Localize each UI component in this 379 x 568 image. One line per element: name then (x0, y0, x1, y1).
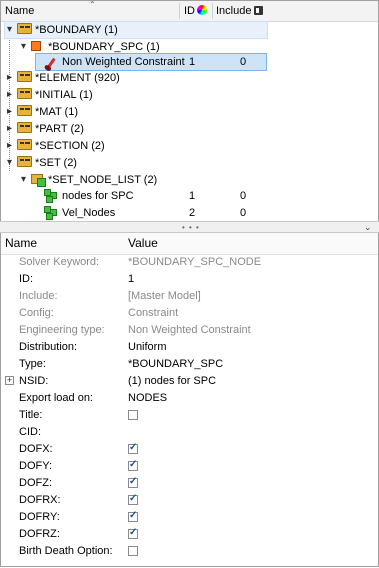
property-header: Name Value (1, 233, 378, 255)
column-divider[interactable] (212, 3, 213, 19)
collapse-icon[interactable]: ▾ (19, 175, 28, 185)
splitter-grip-icon: • • • (182, 223, 200, 232)
property-label: Title: (19, 409, 43, 421)
type-select[interactable]: *BOUNDARY_SPC (128, 356, 223, 373)
prop-row-type[interactable]: Type: *BOUNDARY_SPC (1, 356, 378, 373)
model-browser-tree: Name ⌃ ID Include ▾ *BOUNDARY (1) ▾ *BOU… (0, 0, 379, 222)
prop-row-nsid[interactable]: + NSID: (1) nodes for SPC (1, 373, 378, 390)
dofry-checkbox[interactable] (128, 510, 138, 522)
collapse-icon[interactable]: ▾ (5, 25, 14, 35)
constraint-pin-icon (44, 55, 59, 70)
folder-icon (17, 71, 32, 84)
prop-row-solver-keyword: Solver Keyword: *BOUNDARY_SPC_NODE (1, 254, 378, 271)
property-label: NSID: (19, 375, 49, 387)
property-label: Config: (19, 307, 54, 319)
property-label: ID: (19, 273, 34, 285)
dofy-checkbox[interactable] (128, 459, 138, 471)
folder-icon (17, 156, 32, 169)
property-label: Engineering type: (19, 324, 105, 336)
nsid-selector[interactable]: (1) nodes for SPC (128, 373, 216, 390)
distribution-select[interactable]: Uniform (128, 339, 167, 356)
color-wheel-icon (197, 5, 207, 15)
prop-row-birth-death[interactable]: Birth Death Option: (1, 543, 378, 560)
expand-plus-icon[interactable]: + (5, 376, 14, 385)
tree-column-header: Name ⌃ ID Include (1, 0, 378, 22)
property-label: Include: (19, 290, 58, 302)
expand-icon[interactable]: ▸ (5, 124, 14, 134)
prop-row-dofrz[interactable]: DOFRZ: (1, 526, 378, 543)
property-label: DOFX: (19, 443, 53, 455)
expand-icon[interactable]: ▸ (5, 73, 14, 83)
folder-icon (17, 88, 32, 101)
property-label: DOFRY: (19, 511, 60, 523)
prop-row-dofz[interactable]: DOFZ: (1, 475, 378, 492)
property-label: Distribution: (19, 341, 78, 353)
property-label: DOFZ: (19, 477, 52, 489)
folder-icon (17, 122, 32, 135)
dofrz-checkbox[interactable] (128, 527, 138, 539)
id-field[interactable]: 1 (128, 271, 134, 288)
spc-constraint-icon (31, 40, 46, 53)
prop-row-title[interactable]: Title: (1, 407, 378, 424)
prop-row-distribution[interactable]: Distribution: Uniform (1, 339, 378, 356)
panel-splitter[interactable]: • • • ⌄ (0, 221, 379, 233)
expand-icon[interactable]: ▸ (5, 141, 14, 151)
property-name-header: Name (5, 236, 38, 250)
column-divider[interactable] (179, 3, 180, 19)
folder-icon (17, 105, 32, 118)
sort-ascending-icon: ⌃ (89, 0, 96, 9)
node-set-icon (44, 189, 59, 203)
dofz-checkbox[interactable] (128, 476, 138, 488)
prop-row-include: Include: [Master Model] (1, 288, 378, 305)
prop-row-engineering-type: Engineering type: Non Weighted Constrain… (1, 322, 378, 339)
prop-row-dofry[interactable]: DOFRY: (1, 509, 378, 526)
prop-row-export-load-on[interactable]: Export load on: NODES (1, 390, 378, 407)
property-label: Solver Keyword: (19, 256, 100, 268)
property-label: Type: (19, 358, 46, 370)
set-node-list-icon (31, 173, 46, 187)
property-value: Non Weighted Constraint (128, 324, 251, 336)
prop-row-config: Config: Constraint (1, 305, 378, 322)
dofx-checkbox[interactable] (128, 442, 138, 454)
property-value: Constraint (128, 307, 179, 319)
title-checkbox[interactable] (128, 410, 138, 420)
expand-icon[interactable]: ▸ (5, 107, 14, 117)
collapse-icon[interactable]: ▾ (19, 42, 28, 52)
expand-icon[interactable]: ▸ (5, 90, 14, 100)
column-include-header[interactable]: Include (216, 1, 264, 21)
property-label: Birth Death Option: (19, 545, 113, 557)
dofrx-checkbox[interactable] (128, 493, 138, 505)
property-label: CID: (19, 426, 41, 438)
prop-row-dofy[interactable]: DOFY: (1, 458, 378, 475)
property-label: DOFRZ: (19, 528, 60, 540)
prop-row-cid[interactable]: CID: (1, 424, 378, 441)
collapse-icon[interactable]: ▾ (5, 158, 14, 168)
folder-icon (17, 23, 32, 36)
prop-row-id[interactable]: ID: 1 (1, 271, 378, 288)
property-value-header: Value (128, 236, 158, 250)
column-name-header[interactable]: Name (5, 1, 34, 21)
include-lock-icon (254, 6, 264, 15)
column-id-header[interactable]: ID (184, 1, 207, 21)
birth-death-checkbox[interactable] (128, 546, 138, 556)
entity-property-panel: Name Value Solver Keyword: *BOUNDARY_SPC… (0, 233, 379, 567)
property-label: DOFRX: (19, 494, 61, 506)
property-label: Export load on: (19, 392, 93, 404)
node-set-icon (44, 206, 59, 220)
property-value: [Master Model] (128, 290, 201, 302)
export-load-select[interactable]: NODES (128, 390, 167, 407)
prop-row-dofrx[interactable]: DOFRX: (1, 492, 378, 509)
collapse-panel-icon[interactable]: ⌄ (364, 222, 372, 233)
property-label: DOFY: (19, 460, 53, 472)
folder-icon (17, 139, 32, 152)
prop-row-dofx[interactable]: DOFX: (1, 441, 378, 458)
property-value: *BOUNDARY_SPC_NODE (128, 256, 262, 268)
